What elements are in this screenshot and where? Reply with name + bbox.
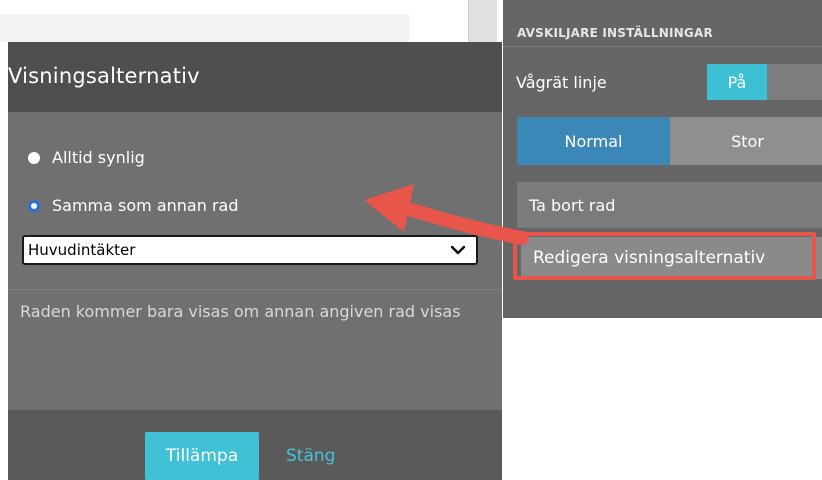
edit-display-options-button[interactable]: Redigera visningsalternativ bbox=[521, 237, 822, 279]
horizontal-line-label: Vågrät linje bbox=[516, 73, 607, 92]
radio-checked-icon[interactable] bbox=[28, 199, 40, 212]
background-strip bbox=[0, 14, 409, 42]
screenshot-stage: AVSKILJARE INSTÄLLNINGAR Vågrät linje På… bbox=[0, 0, 822, 480]
popover-title: Visningsalternativ bbox=[8, 64, 200, 88]
dropdown-value: Huvudintäkter bbox=[28, 241, 136, 259]
close-link[interactable]: Stäng bbox=[286, 446, 335, 466]
option-same-as-other-row[interactable]: Samma som annan rad bbox=[28, 196, 238, 215]
settings-separator bbox=[503, 46, 822, 47]
option-always-visible[interactable]: Alltid synlig bbox=[28, 148, 145, 167]
delete-row-button[interactable]: Ta bort rad bbox=[517, 182, 822, 228]
size-large-button[interactable]: Stor bbox=[670, 117, 822, 165]
popover-header: Visningsalternativ bbox=[8, 42, 502, 112]
settings-header: AVSKILJARE INSTÄLLNINGAR bbox=[517, 26, 713, 40]
row-select-dropdown[interactable]: Huvudintäkter bbox=[22, 235, 478, 265]
option-label: Alltid synlig bbox=[52, 148, 145, 167]
apply-button[interactable]: Tillämpa bbox=[145, 432, 259, 480]
chevron-down-icon bbox=[450, 242, 466, 258]
popover-separator bbox=[8, 289, 502, 290]
display-options-popover: Visningsalternativ Alltid synlig Samma s… bbox=[8, 42, 502, 480]
delete-row-label: Ta bort rad bbox=[529, 195, 616, 215]
horizontal-line-toggle-off[interactable] bbox=[767, 64, 822, 100]
horizontal-line-toggle-on[interactable]: På bbox=[707, 64, 767, 100]
size-normal-button[interactable]: Normal bbox=[517, 117, 670, 165]
edit-display-options-label: Redigera visningsalternativ bbox=[533, 248, 766, 268]
option-label: Samma som annan rad bbox=[52, 196, 239, 215]
radio-unchecked-icon[interactable] bbox=[28, 151, 40, 164]
divider-settings-panel: AVSKILJARE INSTÄLLNINGAR Vågrät linje På… bbox=[503, 0, 822, 318]
help-text: Raden kommer bara visas om annan angiven… bbox=[20, 302, 461, 321]
